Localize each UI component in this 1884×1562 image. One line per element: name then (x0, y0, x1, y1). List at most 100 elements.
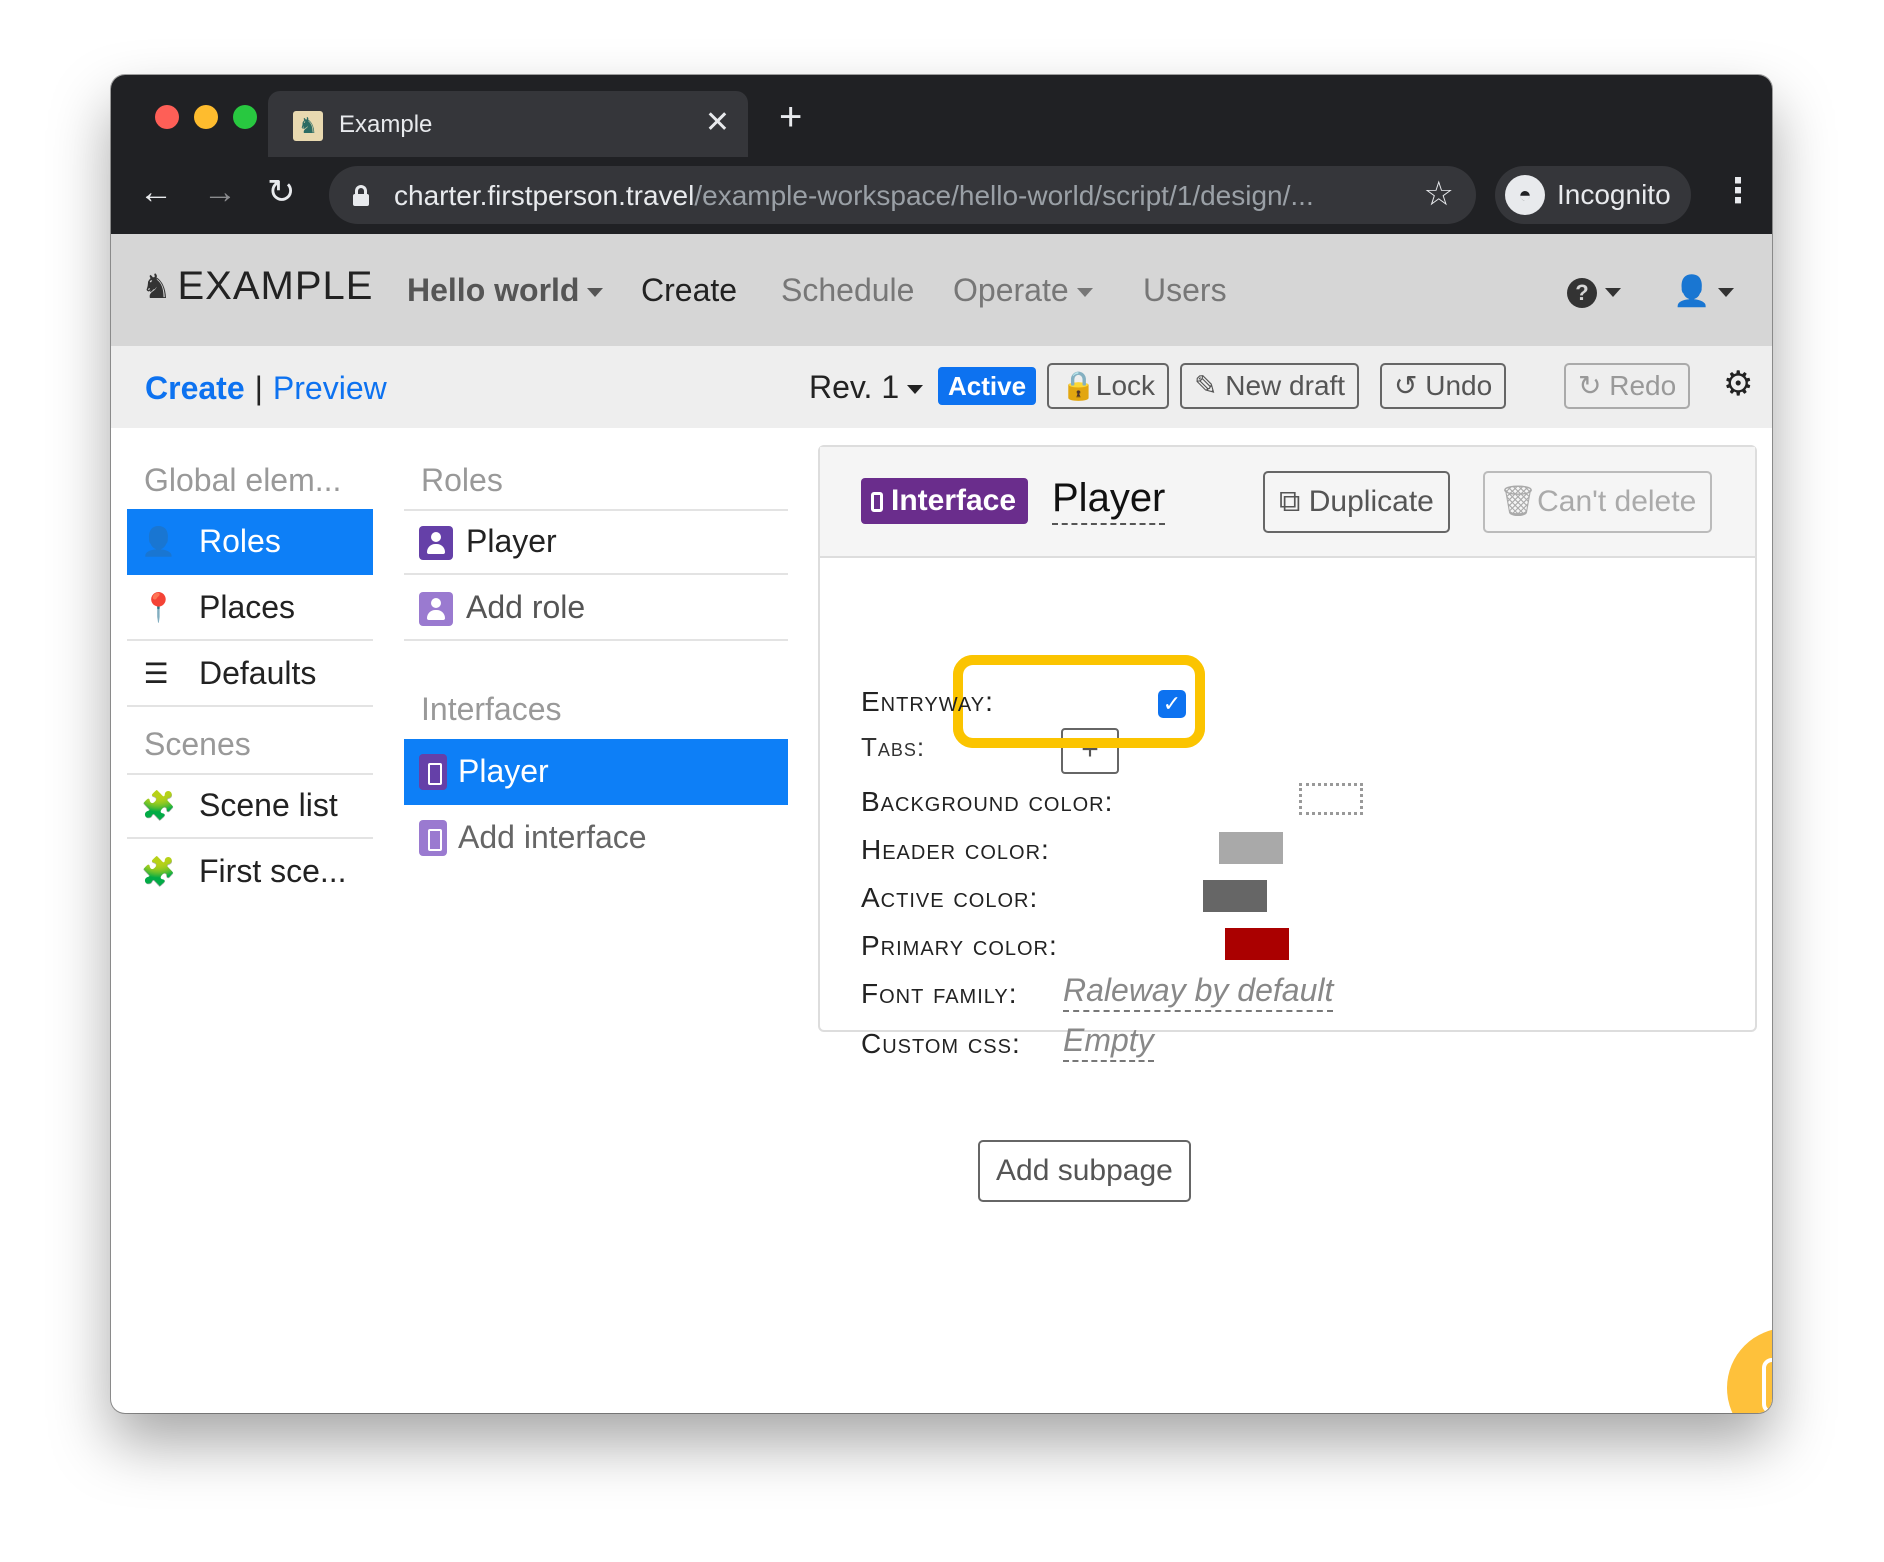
role-item-player[interactable]: Player (404, 509, 788, 575)
revision-dropdown[interactable]: Rev. 1 (809, 369, 924, 406)
sidebar-item-roles[interactable]: 👤 Roles (127, 509, 373, 575)
forward-arrow-icon[interactable]: → (203, 175, 237, 209)
preview-link[interactable]: Preview (273, 370, 387, 406)
global-elements-heading: Global elem... (144, 462, 342, 498)
redo-button[interactable]: ↻ Redo (1564, 363, 1691, 409)
chat-icon (1762, 1358, 1772, 1413)
create-link[interactable]: Create (145, 370, 245, 406)
card-header: Interface Player ⧉ Duplicate 🗑Can't dele… (820, 447, 1755, 558)
background-color-label: Background color: (861, 786, 1114, 817)
add-role-item[interactable]: Add role (404, 575, 788, 641)
undo-button[interactable]: ↺ Undo (1380, 363, 1507, 409)
user-icon: 👤 (141, 526, 176, 557)
tab-close-icon[interactable]: ✕ (705, 105, 730, 140)
sidebar-item-places[interactable]: 📍 Places (127, 575, 373, 641)
active-color-swatch[interactable] (1203, 880, 1267, 912)
copy-icon: ⧉ (1279, 485, 1309, 518)
new-draft-button[interactable]: ✎ New draft (1180, 363, 1360, 409)
back-arrow-icon[interactable]: ← (139, 175, 173, 209)
header-color-swatch[interactable] (1219, 832, 1283, 864)
chevron-down-icon (1076, 288, 1093, 298)
browser-tab[interactable]: ♞ Example ✕ (268, 91, 748, 157)
pencil-icon: ✎ (1194, 370, 1226, 401)
roles-heading: Roles (421, 462, 503, 498)
entryway-label: Entryway: (861, 686, 994, 717)
interface-badge: Interface (861, 478, 1029, 524)
app-navbar: ♞ EXAMPLE Hello world Create Schedule Op… (111, 234, 1772, 346)
mode-switcher: Create | Preview (145, 370, 387, 407)
interface-title[interactable]: Player (1052, 473, 1166, 525)
chat-launcher-button[interactable] (1727, 1328, 1772, 1413)
add-interface-item[interactable]: Add interface (404, 805, 788, 871)
trash-icon: 🗑 (1499, 485, 1538, 518)
maximize-window-button[interactable] (233, 105, 257, 129)
chevron-down-icon (1718, 288, 1735, 298)
new-tab-button[interactable]: + (779, 97, 802, 137)
star-icon[interactable]: ☆ (1424, 174, 1454, 214)
gear-icon[interactable]: ⚙ (1723, 364, 1753, 404)
add-subpage-button[interactable]: Add subpage (978, 1140, 1191, 1202)
editor-toolbar: Create | Preview Rev. 1 Active 🔒Lock ✎ New… (111, 346, 1772, 428)
role-icon (419, 592, 453, 626)
phone-icon (419, 820, 447, 856)
user-icon: 👤 (1673, 275, 1711, 308)
puzzle-icon: 🧩 (141, 856, 176, 887)
header-color-label: Header color: (861, 834, 1050, 865)
background-color-swatch[interactable] (1299, 783, 1363, 815)
interface-item-player[interactable]: Player (404, 739, 788, 805)
favicon-icon: ♞ (293, 111, 323, 141)
phone-icon (871, 492, 883, 512)
custom-css-value[interactable]: Empty (1063, 1020, 1154, 1062)
font-family-value[interactable]: Raleway by default (1063, 970, 1334, 1012)
nav-schedule[interactable]: Schedule (781, 272, 914, 309)
sidebar-item-first-scene[interactable]: 🧩 First sce... (127, 839, 373, 905)
chevron-down-icon (587, 288, 604, 298)
custom-css-label: Custom css: (861, 1028, 1021, 1059)
entryway-checkbox[interactable]: ✓ (1158, 690, 1186, 718)
project-dropdown[interactable]: Hello world (407, 272, 604, 309)
lock-button[interactable]: 🔒Lock (1047, 363, 1170, 409)
scenes-heading: Scenes (144, 726, 251, 762)
redo-icon: ↻ (1578, 370, 1610, 401)
delete-button[interactable]: 🗑Can't delete (1483, 471, 1713, 533)
sidebar-item-scene-list[interactable]: 🧩 Scene list (127, 773, 373, 839)
minimize-window-button[interactable] (194, 105, 218, 129)
chess-knight-icon: ♞ (141, 267, 172, 306)
separator: | (254, 370, 263, 406)
undo-icon: ↺ (1394, 370, 1426, 401)
help-dropdown[interactable]: ? (1567, 272, 1621, 309)
tab-title: Example (339, 111, 433, 138)
browser-chrome: ♞ Example ✕ + ← → ↻ charter.firstperson.… (111, 75, 1772, 234)
primary-color-label: Primary color: (861, 930, 1058, 961)
nav-users[interactable]: Users (1143, 272, 1227, 309)
incognito-indicator[interactable]: ◓ Incognito (1495, 166, 1691, 224)
list-icon: ☰ (143, 658, 169, 689)
active-color-label: Active color: (861, 882, 1039, 913)
incognito-label: Incognito (1557, 179, 1671, 210)
nav-operate-dropdown[interactable]: Operate (953, 272, 1093, 309)
url-text: charter.firstperson.travel/example-works… (394, 180, 1314, 211)
menu-dots-icon[interactable]: ⋮ (1721, 171, 1755, 211)
browser-window: ♞ Example ✕ + ← → ↻ charter.firstperson.… (111, 75, 1772, 1413)
chevron-down-icon (907, 385, 924, 395)
lock-icon[interactable] (353, 185, 369, 206)
chevron-down-icon (1605, 288, 1621, 298)
interfaces-heading: Interfaces (421, 691, 562, 727)
close-window-button[interactable] (155, 105, 179, 129)
sidebar-item-defaults[interactable]: ☰ Defaults (127, 641, 373, 707)
font-family-label: Font family: (861, 978, 1018, 1009)
address-bar[interactable]: charter.firstperson.travel/example-works… (329, 166, 1476, 224)
incognito-icon: ◓ (1505, 175, 1545, 215)
map-pin-icon: 📍 (141, 592, 176, 623)
brand-text: EXAMPLE (177, 264, 374, 308)
role-icon (419, 526, 453, 560)
tabs-label: Tabs: (861, 732, 926, 762)
brand-logo[interactable]: ♞ EXAMPLE (141, 264, 373, 309)
help-icon: ? (1567, 277, 1597, 308)
reload-icon[interactable]: ↻ (267, 175, 296, 209)
primary-color-swatch[interactable] (1225, 928, 1289, 960)
nav-create[interactable]: Create (641, 272, 737, 309)
duplicate-button[interactable]: ⧉ Duplicate (1263, 471, 1450, 533)
user-dropdown[interactable]: 👤 (1673, 272, 1735, 309)
lock-icon: 🔒 (1061, 370, 1096, 401)
